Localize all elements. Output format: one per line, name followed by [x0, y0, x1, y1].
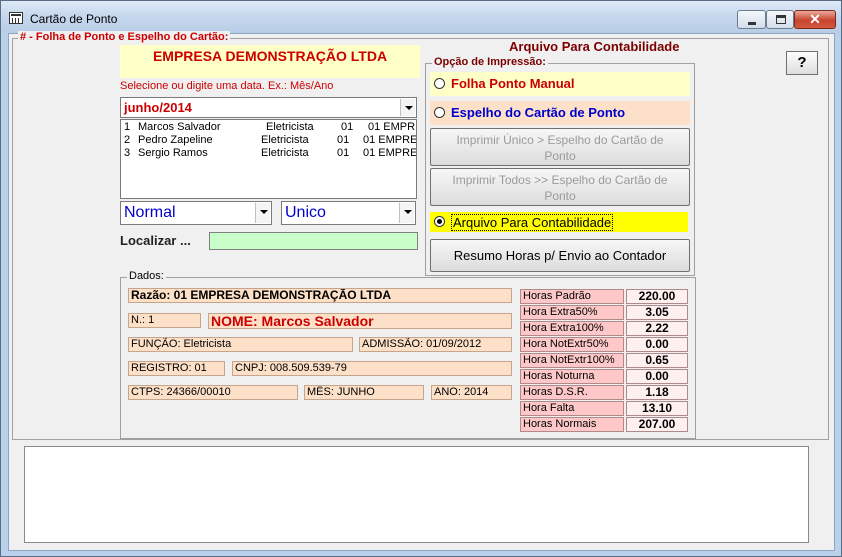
list-item[interactable]: 3 Sergio Ramos Eletricista 01 01 EMPRESA: [121, 147, 416, 160]
message-panel: [24, 446, 809, 543]
numero-field: N.: 1: [128, 313, 201, 328]
imprimir-unico-button[interactable]: Imprimir Único > Espelho do Cartão de Po…: [430, 128, 690, 166]
resumo-horas-button[interactable]: Resumo Horas p/ Envio ao Contador: [430, 239, 690, 272]
radio-espelho[interactable]: Espelho do Cartão de Ponto: [430, 101, 690, 125]
window-title: Cartão de Ponto: [30, 12, 118, 26]
radio-icon[interactable]: [434, 216, 445, 227]
hours-row: Horas Noturna 0.00: [520, 369, 690, 385]
hours-row: Hora Extra100% 2.22: [520, 321, 690, 337]
minimize-icon: [748, 22, 756, 25]
mode-combo[interactable]: Unico: [281, 201, 416, 225]
type-combo[interactable]: Normal: [120, 201, 272, 225]
hours-row: Hora NotExtr50% 0.00: [520, 337, 690, 353]
localizar-label: Localizar ...: [120, 233, 191, 248]
hours-row: Hora Falta 13.10: [520, 401, 690, 417]
date-hint: Selecione ou digite uma data. Ex.: Mês/A…: [120, 80, 334, 92]
radio-arquivo[interactable]: Arquivo Para Contabilidade: [430, 212, 688, 232]
chevron-down-icon[interactable]: [399, 203, 414, 223]
nome-field: NOME: Marcos Salvador: [208, 313, 512, 329]
mode-combo-value: Unico: [285, 204, 326, 221]
title-bar[interactable]: Cartão de Ponto ✕: [1, 1, 841, 33]
radio-arquivo-label: Arquivo Para Contabilidade: [451, 214, 614, 231]
maximize-button[interactable]: [766, 10, 794, 29]
mes-field: MÊS: JUNHO: [304, 385, 424, 400]
arquivo-title: Arquivo Para Contabilidade: [509, 39, 680, 54]
ano-field: ANO: 2014: [431, 385, 512, 400]
maximize-icon: [776, 15, 786, 24]
main-window: Cartão de Ponto ✕ # - Folha de Ponto e E…: [0, 0, 842, 557]
date-combo-value: junho/2014: [124, 100, 192, 115]
radio-folha-ponto[interactable]: Folha Ponto Manual: [430, 72, 690, 96]
dados-legend: Dados:: [127, 270, 166, 282]
chevron-down-icon[interactable]: [400, 99, 415, 116]
radio-folha-label: Folha Ponto Manual: [451, 76, 575, 91]
client-area: # - Folha de Ponto e Espelho do Cartão: …: [8, 31, 835, 551]
folha-ponto-legend: # - Folha de Ponto e Espelho do Cartão:: [18, 31, 231, 43]
list-item[interactable]: 1 Marcos Salvador Eletricista 01 01 EMPR…: [121, 121, 416, 134]
hours-row: Hora Extra50% 3.05: [520, 305, 690, 321]
admissao-field: ADMISSÃO: 01/09/2012: [359, 337, 512, 352]
radio-icon[interactable]: [434, 78, 445, 89]
razao-field: Razão: 01 EMPRESA DEMONSTRAÇÃO LTDA: [128, 288, 512, 303]
imprimir-todos-button[interactable]: Imprimir Todos >> Espelho do Cartão de P…: [430, 168, 690, 206]
radio-icon[interactable]: [434, 107, 445, 118]
funcao-field: FUNÇÃO: Eletricista: [128, 337, 353, 352]
close-icon: ✕: [809, 11, 821, 27]
hours-row: Hora NotExtr100% 0.65: [520, 353, 690, 369]
chevron-down-icon[interactable]: [255, 203, 270, 223]
employee-list[interactable]: 1 Marcos Salvador Eletricista 01 01 EMPR…: [120, 119, 417, 199]
type-combo-value: Normal: [124, 204, 176, 221]
hours-row: Horas Normais 207.00: [520, 417, 690, 433]
close-button[interactable]: ✕: [794, 10, 836, 29]
cnpj-field: CNPJ: 008.509.539-79: [232, 361, 512, 376]
help-button[interactable]: ?: [786, 51, 818, 75]
registro-field: REGISTRO: 01: [128, 361, 225, 376]
radio-espelho-label: Espelho do Cartão de Ponto: [451, 105, 626, 120]
localizar-input[interactable]: [209, 232, 418, 250]
hours-row: Horas D.S.R. 1.18: [520, 385, 690, 401]
print-options-legend: Opção de Impressão:: [432, 56, 548, 68]
ctps-field: CTPS: 24366/00010: [128, 385, 298, 400]
company-name: EMPRESA DEMONSTRAÇÃO LTDA: [120, 45, 420, 78]
date-combo[interactable]: junho/2014: [120, 97, 417, 118]
hours-row: Horas Padrão 220.00: [520, 289, 690, 305]
minimize-button[interactable]: [737, 10, 766, 29]
list-item[interactable]: 2 Pedro Zapeline Eletricista 01 01 EMPRE…: [121, 134, 416, 147]
app-calendar-icon: [9, 12, 23, 24]
